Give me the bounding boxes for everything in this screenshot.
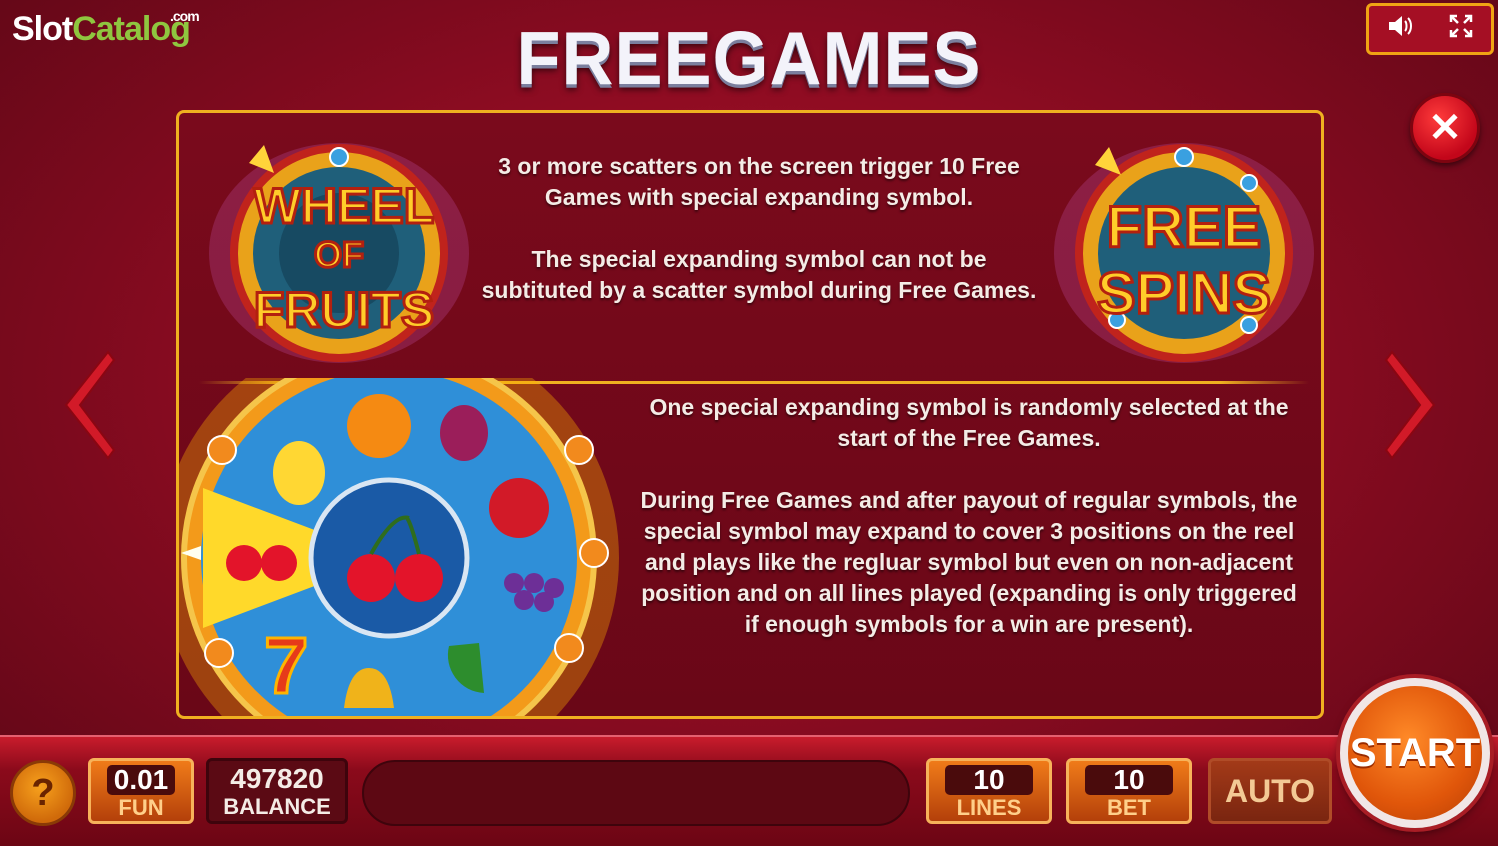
fun-label: FUN <box>118 795 164 820</box>
orange-icon <box>347 394 411 458</box>
chevron-left-icon <box>64 350 116 460</box>
bet-selector[interactable]: 10 BET <box>1066 758 1192 824</box>
wheel-of-fruits-logo: WHEEL OF FRUITS <box>209 143 469 363</box>
balance-value: 497820 <box>230 763 324 794</box>
auto-button[interactable]: AUTO <box>1208 758 1332 824</box>
close-button[interactable]: ✕ <box>1410 93 1480 163</box>
trigger-paragraph: 3 or more scatters on the screen trigger… <box>498 153 1020 210</box>
page-title: FREEGAMES <box>516 17 982 101</box>
top-controls <box>1366 3 1494 55</box>
fun-value: 0.01 <box>107 765 175 795</box>
message-bar <box>362 760 910 826</box>
fullscreen-icon[interactable] <box>1448 13 1474 46</box>
expansion-paragraph: During Free Games and after payout of re… <box>640 487 1298 637</box>
lines-label: LINES <box>956 795 1022 820</box>
lines-value: 10 <box>945 765 1033 795</box>
svg-text:FRUITS: FRUITS <box>254 282 435 338</box>
freegames-trigger-text: 3 or more scatters on the screen trigger… <box>474 151 1044 337</box>
svg-text:OF: OF <box>314 234 364 275</box>
balance-box: 497820 BALANCE <box>206 758 348 824</box>
next-page-arrow[interactable] <box>1382 350 1442 460</box>
prev-page-arrow[interactable] <box>58 350 118 460</box>
selection-paragraph: One special expanding symbol is randomly… <box>649 394 1289 451</box>
substitution-paragraph: The special expanding symbol can not be … <box>481 246 1037 303</box>
help-button[interactable]: ? <box>10 760 76 826</box>
apple-icon <box>489 478 549 538</box>
balance-label: BALANCE <box>223 794 331 819</box>
svg-text:WHEEL: WHEEL <box>254 178 435 234</box>
free-spins-logo: FREE SPINS <box>1054 143 1314 363</box>
start-button[interactable]: START <box>1340 678 1490 828</box>
plum-icon <box>440 405 488 461</box>
chevron-right-icon <box>1384 350 1436 460</box>
info-panel: WHEEL OF FRUITS 3 or more scatters on th… <box>176 110 1324 719</box>
fruit-wheel-illustration: 7 <box>179 378 619 716</box>
speaker-icon[interactable] <box>1386 13 1414 46</box>
svg-text:SPINS: SPINS <box>1097 261 1271 326</box>
fun-denomination-box[interactable]: 0.01 FUN <box>88 758 194 824</box>
close-icon: ✕ <box>1428 106 1462 150</box>
bet-value: 10 <box>1085 765 1173 795</box>
expanding-symbol-text: One special expanding symbol is randomly… <box>639 392 1299 671</box>
lines-selector[interactable]: 10 LINES <box>926 758 1052 824</box>
bet-label: BET <box>1107 795 1151 820</box>
svg-text:FREE: FREE <box>1107 195 1262 260</box>
lemon-icon <box>273 441 325 505</box>
seven-icon: 7 <box>264 621 309 710</box>
